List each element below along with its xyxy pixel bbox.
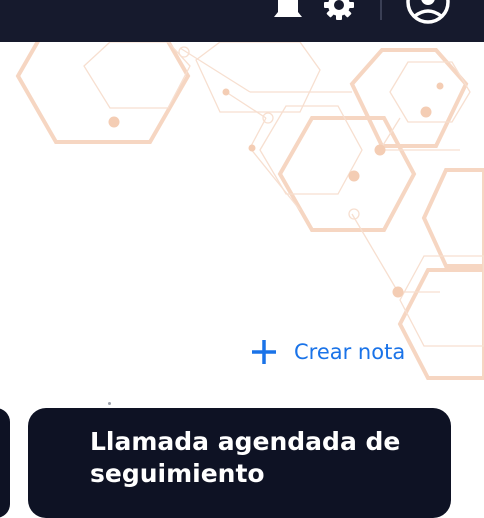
create-note-button[interactable]: Crear nota — [248, 334, 405, 370]
top-app-bar — [0, 0, 484, 42]
note-card[interactable]: Llamada agendada de seguimiento — [28, 408, 451, 518]
note-card-title: Llamada agendada de seguimiento — [90, 427, 401, 488]
topbar-divider — [380, 0, 382, 20]
bell-icon[interactable] — [272, 0, 304, 20]
user-avatar-icon[interactable] — [404, 0, 452, 26]
gear-icon[interactable] — [322, 0, 356, 22]
create-note-label: Crear nota — [294, 340, 406, 364]
previous-card-edge[interactable] — [0, 408, 10, 518]
decorative-dot — [108, 402, 111, 405]
plus-icon — [252, 340, 276, 364]
